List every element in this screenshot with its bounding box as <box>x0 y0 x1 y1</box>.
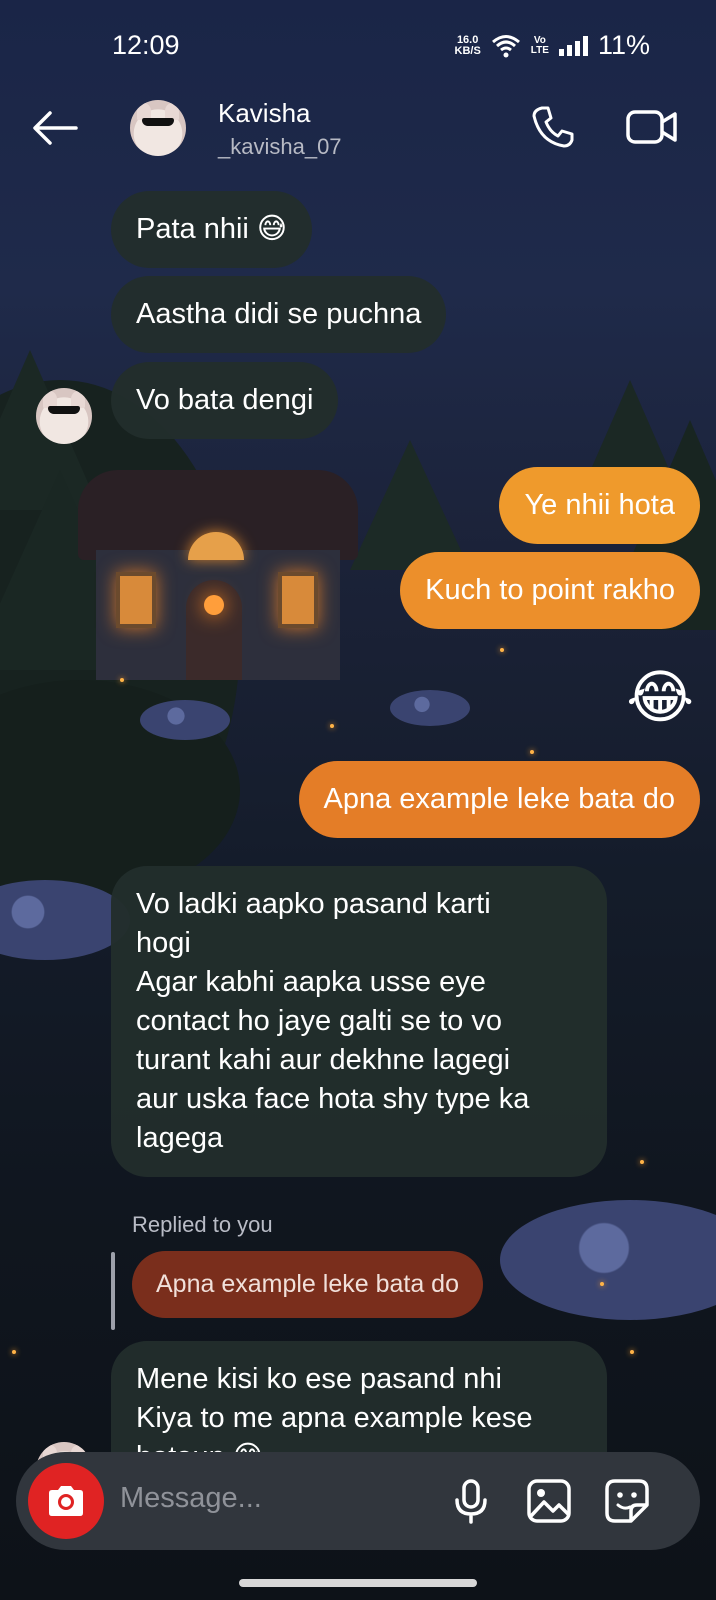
signal-icon <box>558 35 588 56</box>
battery-level: 11% <box>597 30 650 60</box>
network-speed: 16.0 KB/S <box>454 33 481 57</box>
network-speed-value: 16.0 <box>456 33 479 46</box>
message-incoming[interactable]: Aastha didi se puchna <box>111 276 447 353</box>
phone-icon[interactable] <box>530 104 576 150</box>
volte-indicator: Vo LTE <box>530 34 549 56</box>
message-line: Vo ladki aapko pasand karti <box>136 888 491 920</box>
back-arrow-icon[interactable] <box>30 108 80 148</box>
contact-name[interactable]: Kavisha <box>218 98 311 129</box>
sticker-icon[interactable] <box>604 1478 650 1524</box>
gallery-icon[interactable] <box>526 1478 572 1524</box>
message-line: turant kahi aur dekhne lagegi <box>136 1044 511 1076</box>
message-incoming[interactable]: Vo bata dengi <box>111 362 339 439</box>
camera-icon <box>49 1486 83 1516</box>
message-outgoing[interactable]: Ye nhii hota <box>499 467 700 544</box>
replied-label: Replied to you <box>132 1212 273 1237</box>
message-line: Kiya to me apna example kese <box>136 1402 533 1434</box>
camera-button[interactable] <box>28 1463 104 1539</box>
status-icons: 16.0 KB/S Vo LTE 11% <box>455 30 650 61</box>
message-input[interactable]: Message... <box>120 1482 262 1515</box>
message-incoming-long[interactable]: Vo ladki aapko pasand karti hogi Agar ka… <box>111 866 607 1177</box>
reply-indicator-bar <box>111 1252 115 1330</box>
message-outgoing[interactable]: Apna example leke bata do <box>298 761 700 838</box>
message-outgoing[interactable]: Kuch to point rakho <box>400 552 700 629</box>
message-line: hogi <box>136 927 191 959</box>
message-line: aur uska face hota shy type ka <box>136 1083 530 1115</box>
message-emoji-reaction[interactable]: 😂 <box>626 666 694 730</box>
volte-bottom: LTE <box>530 44 549 56</box>
microphone-icon[interactable] <box>448 1478 494 1524</box>
message-line: Agar kabhi aapka usse eye <box>136 966 486 998</box>
volte-top: Vo <box>533 34 546 46</box>
contact-username[interactable]: _kavisha_07 <box>218 134 342 160</box>
home-gesture-bar[interactable] <box>239 1579 477 1587</box>
message-line: Mene kisi ko ese pasand nhi <box>136 1363 502 1395</box>
wifi-icon <box>491 34 520 57</box>
video-camera-icon[interactable] <box>626 104 678 150</box>
contact-avatar[interactable] <box>130 100 186 156</box>
sender-avatar[interactable] <box>36 388 92 444</box>
message-incoming[interactable]: Pata nhii 😅 <box>111 191 313 268</box>
status-bar: 12:09 16.0 KB/S Vo LTE 11% <box>0 0 716 90</box>
chat-header: Kavisha _kavisha_07 <box>0 92 716 172</box>
message-line: contact ho jaye galti se to vo <box>136 1005 502 1037</box>
quoted-message[interactable]: Apna example leke bata do <box>132 1251 483 1318</box>
message-line: lagega <box>136 1122 224 1154</box>
status-time: 12:09 <box>112 30 180 60</box>
network-speed-unit: KB/S <box>454 44 481 57</box>
message-composer: Message... <box>16 1452 700 1550</box>
